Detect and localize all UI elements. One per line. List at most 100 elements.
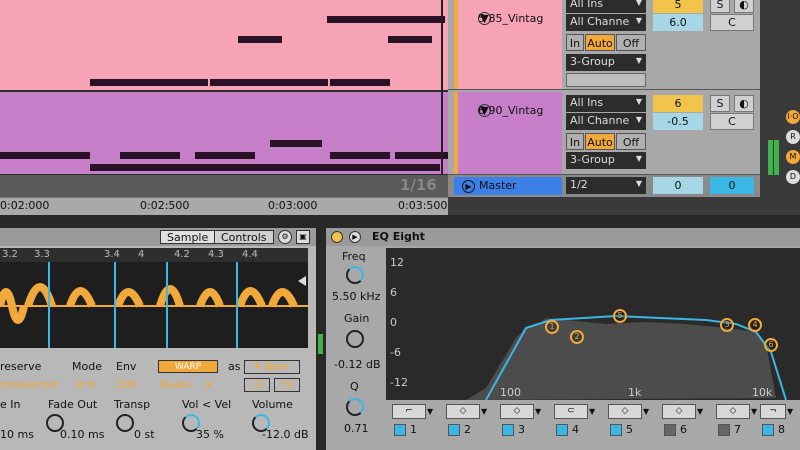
warp-mode-select[interactable]: Beats (160, 378, 191, 391)
bell-icon[interactable]: ◇ (662, 404, 696, 419)
double-button[interactable]: *2 (274, 378, 300, 392)
clip-lane-track-5[interactable] (0, 0, 448, 90)
output-select[interactable]: 3-Group (566, 54, 646, 71)
warp-marker[interactable] (236, 262, 238, 348)
chevron-down-icon[interactable]: ▼ (697, 404, 707, 419)
monitor-in-button[interactable]: In (566, 133, 584, 150)
band-toggle[interactable] (610, 424, 622, 436)
chevron-down-icon[interactable]: ▼ (481, 404, 491, 419)
play-icon[interactable]: ▶ (462, 179, 475, 193)
tab-controls[interactable]: Controls (214, 230, 274, 244)
arm-icon[interactable]: ◐ (734, 0, 754, 13)
midi-note[interactable] (238, 36, 282, 43)
monitor-off-button[interactable]: Off (616, 133, 646, 150)
chevron-down-icon[interactable]: ▼ (589, 404, 599, 419)
io-icon[interactable]: I·O (786, 110, 800, 124)
send-value[interactable]: C (710, 113, 754, 130)
band-toggle[interactable] (448, 424, 460, 436)
track-volume[interactable]: 6 (653, 95, 703, 112)
loop-end-handle[interactable] (298, 276, 306, 286)
midi-note[interactable] (195, 152, 255, 159)
low-cut-icon[interactable]: ⌐ (392, 404, 426, 419)
monitor-auto-button[interactable]: Auto (585, 34, 615, 51)
chevron-down-icon[interactable]: ▼ (787, 404, 797, 419)
high-cut-icon[interactable]: ¬ (760, 404, 786, 419)
midi-note[interactable] (210, 79, 328, 86)
device-on-icon[interactable] (331, 231, 343, 243)
cue-output-select[interactable]: 1/2 (566, 177, 646, 194)
settings-icon[interactable]: ⚙ (278, 230, 292, 244)
band-toggle[interactable] (762, 424, 774, 436)
midi-note[interactable] (330, 79, 390, 86)
q-value[interactable]: 0.71 (344, 422, 369, 435)
track-volume[interactable]: 5 (653, 0, 703, 13)
env-value[interactable]: 100 (116, 378, 137, 391)
return-icon[interactable]: R (786, 130, 800, 144)
band-toggle[interactable] (718, 424, 730, 436)
input-type-select[interactable]: All Ins (566, 0, 646, 13)
eq-point-2[interactable]: 2 (570, 330, 584, 344)
send-value[interactable]: C (710, 14, 754, 31)
tab-sample[interactable]: Sample (160, 230, 216, 244)
band-8[interactable]: ¬ ▼ 8 (760, 402, 800, 444)
band-toggle[interactable] (502, 424, 514, 436)
volume-value[interactable]: -12.0 dB (262, 428, 309, 441)
band-6[interactable]: ◇ ▼ 6 (662, 402, 708, 444)
half-button[interactable]: :2 (244, 378, 270, 392)
midi-note[interactable] (388, 36, 432, 43)
freq-knob[interactable] (346, 266, 364, 284)
eq-point-3[interactable]: 3 (720, 318, 734, 332)
transients-select[interactable]: ransients (0, 378, 51, 391)
midi-note[interactable] (327, 16, 445, 23)
band-2[interactable]: ◇ ▼ 2 (446, 402, 492, 444)
arrangement-view[interactable] (0, 0, 448, 175)
output-select[interactable]: 3-Group (566, 152, 646, 169)
notch-icon[interactable]: ⊂ (554, 404, 588, 419)
vol-vel-value[interactable]: 35 % (196, 428, 224, 441)
midi-note[interactable] (90, 164, 440, 171)
master-cue-volume[interactable]: 0 (710, 177, 754, 194)
master-track[interactable]: ▶ Master 1/2 0 0 (448, 175, 760, 197)
arm-icon[interactable]: ◐ (734, 95, 754, 112)
band-7[interactable]: ◇ ▼ 7 (716, 402, 762, 444)
monitor-in-button[interactable]: In (566, 34, 584, 51)
midi-note[interactable] (330, 152, 390, 159)
bell-icon[interactable]: ◇ (446, 404, 480, 419)
waveform-display[interactable] (0, 248, 308, 348)
play-icon[interactable]: ▶ (349, 231, 361, 243)
monitor-auto-button[interactable]: Auto (585, 133, 615, 150)
preserve-dropdown-icon[interactable]: ▾ (52, 378, 58, 391)
band-5[interactable]: ◇ ▼ 5 (608, 402, 654, 444)
gain-value[interactable]: -0.12 dB (334, 358, 381, 371)
midi-note[interactable] (90, 79, 208, 86)
eq-point-6[interactable]: 6 (764, 338, 778, 352)
track-pan[interactable]: 6.0 (653, 14, 703, 31)
eq-point-1[interactable]: 1 (545, 320, 559, 334)
save-icon[interactable]: ▣ (296, 230, 310, 244)
band-3[interactable]: ◇ ▼ 3 (500, 402, 546, 444)
eq-display[interactable] (386, 248, 800, 401)
freq-value[interactable]: 5.50 kHz (332, 290, 380, 303)
fade-out-value[interactable]: 0.10 ms (60, 428, 104, 441)
loop-mode-icon[interactable]: ⇄ ▾ (76, 378, 94, 391)
solo-button[interactable]: S (710, 0, 730, 13)
q-knob[interactable] (346, 398, 364, 416)
track-pan[interactable]: -0.5 (653, 113, 703, 130)
input-channel-select[interactable]: All Channe (566, 14, 646, 31)
band-1[interactable]: ⌐ ▼ 1 (392, 402, 438, 444)
delay-icon[interactable]: D (786, 170, 800, 184)
time-ruler[interactable]: 0:02:000 0:02:500 0:03:000 0:03:500 (0, 197, 448, 215)
clip-lane-track-6[interactable] (0, 92, 448, 174)
bell-icon[interactable]: ◇ (716, 404, 750, 419)
monitor-off-button[interactable]: Off (616, 34, 646, 51)
chevron-down-icon[interactable]: ▼ (427, 404, 437, 419)
midi-note[interactable] (270, 140, 322, 147)
warp-marker[interactable] (114, 262, 116, 348)
gain-knob[interactable] (346, 330, 364, 348)
track-name-cell[interactable]: ▼ 6 90_Vintag (454, 92, 562, 174)
midi-note[interactable] (120, 152, 180, 159)
midi-note[interactable] (0, 152, 90, 159)
band-4[interactable]: ⊂ ▼ 4 (554, 402, 600, 444)
track-5[interactable]: ▼5 85_Vintag All Ins All Channe In Auto … (448, 0, 760, 90)
input-type-select[interactable]: All Ins (566, 95, 646, 112)
